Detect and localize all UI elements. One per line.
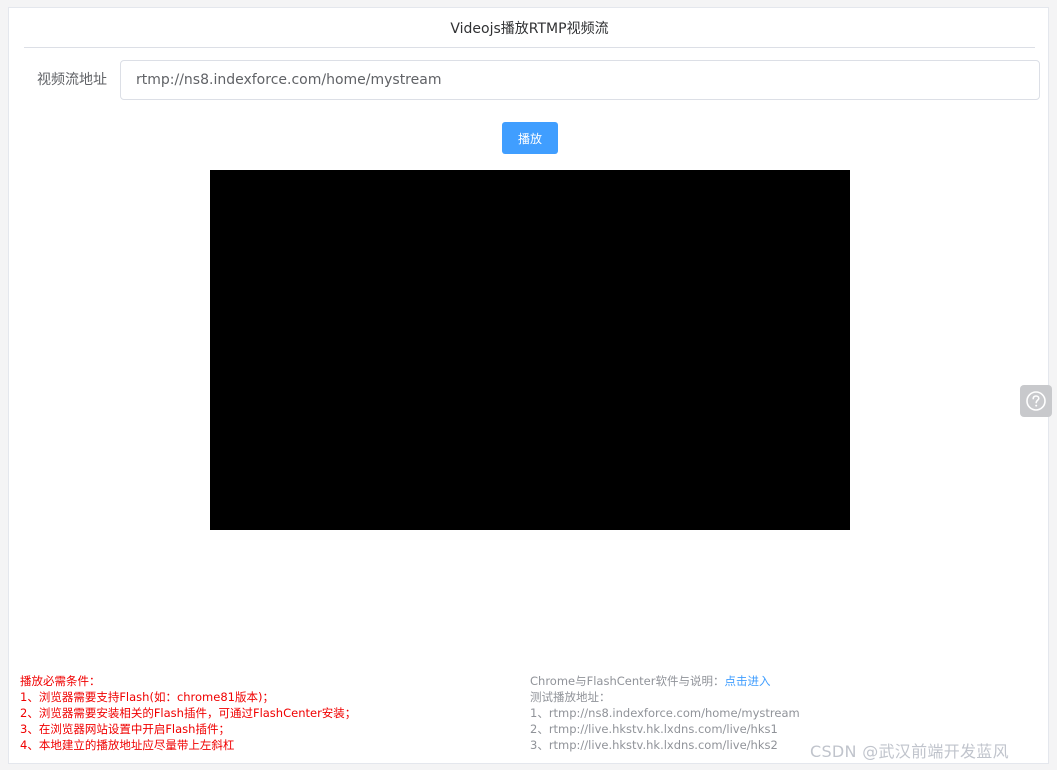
requirements-title: 播放必需条件：: [20, 674, 101, 688]
main-card: Videojs播放RTMP视频流 视频流地址 播放 播放必需条件： 1、浏览器需…: [8, 7, 1049, 764]
play-button[interactable]: 播放: [502, 122, 558, 154]
test-url-item: 1、rtmp://ns8.indexforce.com/home/mystrea…: [530, 706, 800, 720]
requirements-notes: 播放必需条件： 1、浏览器需要支持Flash(如：chrome81版本)； 2、…: [20, 673, 440, 753]
test-url-item: 2、rtmp://live.hkstv.hk.lxdns.com/live/hk…: [530, 722, 778, 736]
requirement-item: 3、在浏览器网站设置中开启Flash插件；: [20, 722, 230, 736]
page-title: Videojs播放RTMP视频流: [24, 8, 1035, 48]
watermark: CSDN @武汉前端开发蓝风: [810, 742, 1009, 761]
stream-url-input[interactable]: [120, 60, 1040, 100]
requirement-item: 2、浏览器需要安装相关的Flash插件，可通过FlashCenter安装；: [20, 706, 357, 720]
software-info-link[interactable]: 点击进入: [724, 674, 770, 688]
requirement-item: 4、本地建立的播放地址应尽量带上左斜杠: [20, 738, 235, 752]
help-button[interactable]: [1020, 385, 1052, 417]
software-info-line: Chrome与FlashCenter软件与说明：点击进入: [530, 673, 950, 689]
test-urls-title: 测试播放地址：: [530, 690, 611, 704]
question-circle-icon: [1026, 391, 1046, 411]
software-info-text: Chrome与FlashCenter软件与说明：: [530, 674, 725, 688]
stream-url-form-row: 视频流地址: [9, 60, 1050, 100]
requirement-item: 1、浏览器需要支持Flash(如：chrome81版本)；: [20, 690, 274, 704]
video-player[interactable]: [210, 170, 850, 530]
stream-url-label: 视频流地址: [37, 72, 107, 88]
